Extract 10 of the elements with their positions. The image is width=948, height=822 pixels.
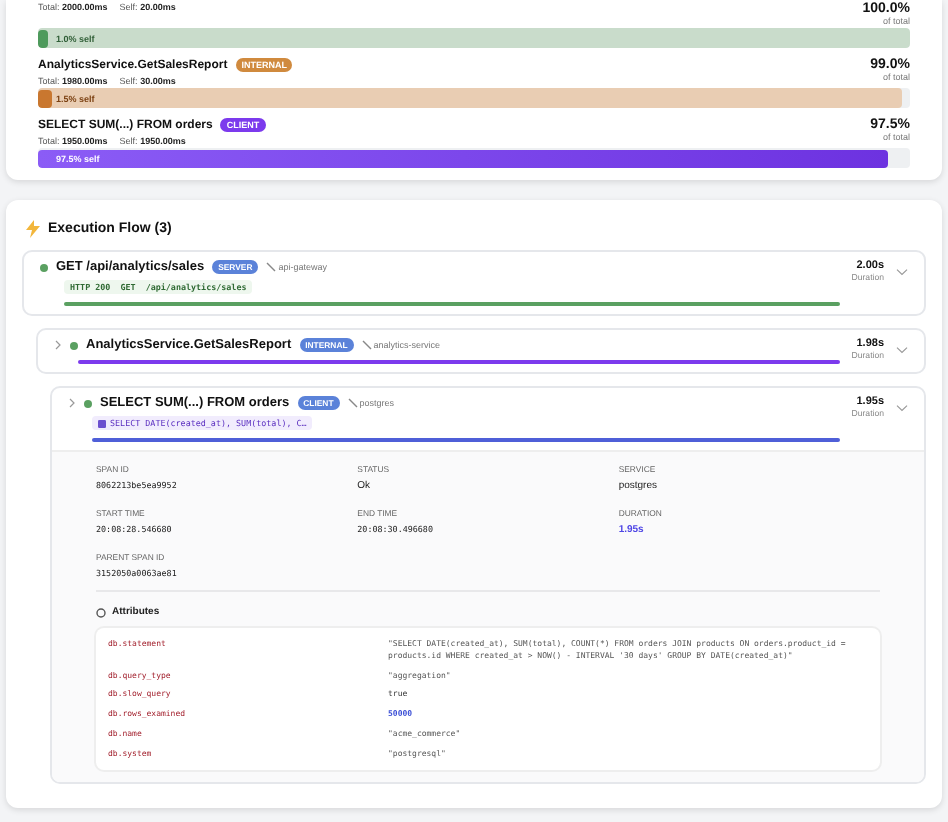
lightning-icon (26, 220, 40, 238)
chevron-down-icon[interactable] (896, 268, 908, 276)
status-dot-icon (40, 263, 48, 271)
chevron-right-icon[interactable] (68, 398, 76, 408)
chevron-right-icon[interactable] (54, 340, 62, 350)
chevron-down-icon[interactable] (896, 346, 908, 354)
chevron-down-icon[interactable] (896, 404, 908, 412)
database-icon (98, 419, 106, 427)
status-dot-icon (84, 399, 92, 407)
status-dot-icon (70, 341, 78, 349)
